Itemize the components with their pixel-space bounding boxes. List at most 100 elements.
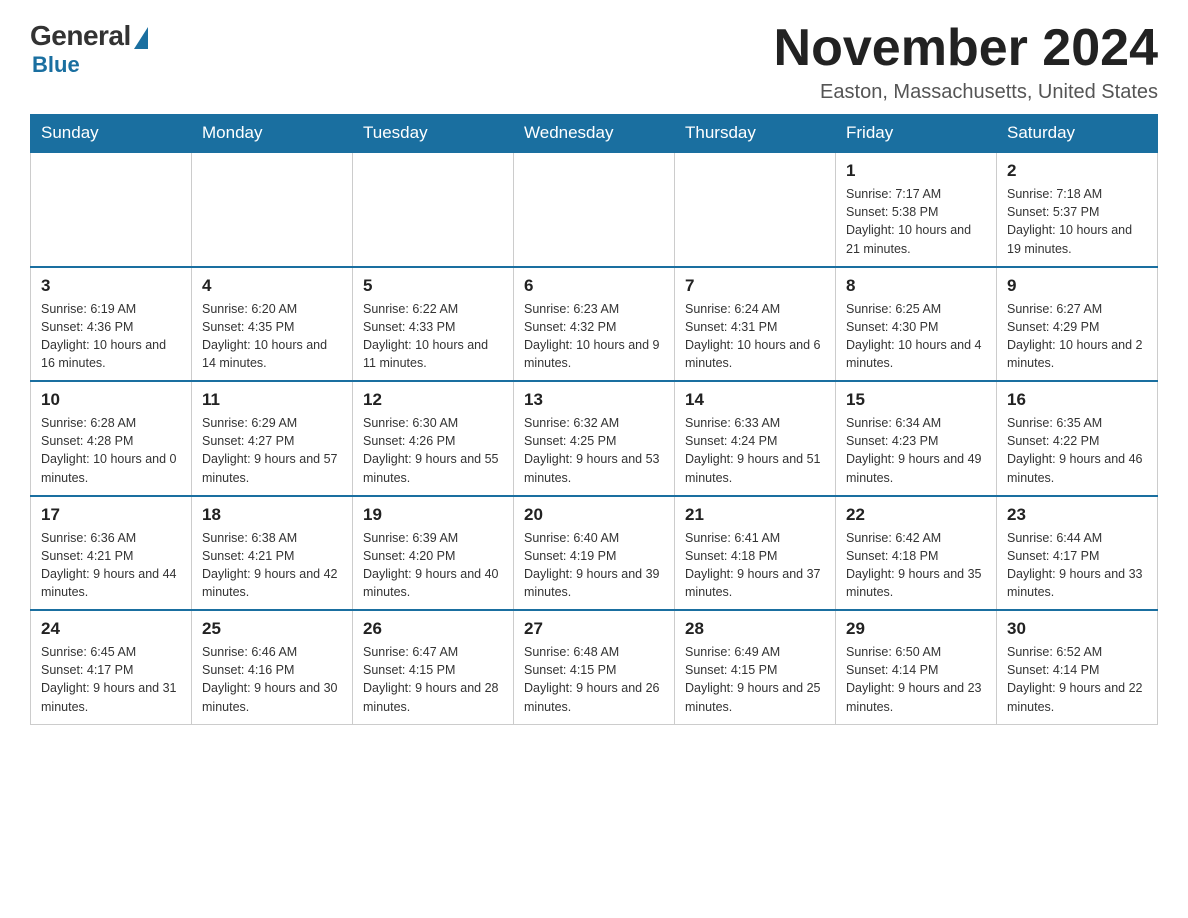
day-number: 3 [41, 276, 181, 296]
calendar-cell-w2-d6: 8 Sunrise: 6:25 AM Sunset: 4:30 PM Daylig… [836, 267, 997, 382]
month-title: November 2024 [774, 20, 1158, 77]
day-info: Sunrise: 7:17 AM Sunset: 5:38 PM Dayligh… [846, 185, 986, 258]
col-thursday: Thursday [675, 115, 836, 153]
calendar-cell-w4-d5: 21Sunrise: 6:41 AM Sunset: 4:18 PM Dayli… [675, 496, 836, 611]
day-number: 28 [685, 619, 825, 639]
logo-triangle-icon [134, 27, 148, 49]
calendar-week-5: 24 Sunrise: 6:45 AM Sunset: 4:17 PM Dayli… [31, 610, 1158, 724]
day-info: Sunrise: 6:34 AM Sunset: 4:23 PM Dayligh… [846, 414, 986, 487]
calendar-cell-w4-d4: 20 Sunrise: 6:40 AM Sunset: 4:19 PM Dayli… [514, 496, 675, 611]
day-info: Sunrise: 6:41 AM Sunset: 4:18 PM Dayligh… [685, 529, 825, 602]
calendar-cell-w5-d4: 27 Sunrise: 6:48 AM Sunset: 4:15 PM Dayli… [514, 610, 675, 724]
day-info: Sunrise: 6:35 AM Sunset: 4:22 PM Dayligh… [1007, 414, 1147, 487]
day-info: Sunrise: 6:28 AM Sunset: 4:28 PM Dayligh… [41, 414, 181, 487]
day-info: Sunrise: 6:30 AM Sunset: 4:26 PM Dayligh… [363, 414, 503, 487]
day-info: Sunrise: 6:24 AM Sunset: 4:31 PM Dayligh… [685, 300, 825, 373]
day-info: Sunrise: 6:42 AM Sunset: 4:18 PM Dayligh… [846, 529, 986, 602]
day-number: 19 [363, 505, 503, 525]
calendar-cell-w4-d1: 17 Sunrise: 6:36 AM Sunset: 4:21 PM Dayli… [31, 496, 192, 611]
calendar-cell-w3-d3: 12 Sunrise: 6:30 AM Sunset: 4:26 PM Dayli… [353, 381, 514, 496]
day-number: 17 [41, 505, 181, 525]
calendar-cell-w4-d3: 19 Sunrise: 6:39 AM Sunset: 4:20 PM Dayli… [353, 496, 514, 611]
day-info: Sunrise: 6:48 AM Sunset: 4:15 PM Dayligh… [524, 643, 664, 716]
calendar-cell-w5-d1: 24 Sunrise: 6:45 AM Sunset: 4:17 PM Dayli… [31, 610, 192, 724]
day-info: Sunrise: 6:32 AM Sunset: 4:25 PM Dayligh… [524, 414, 664, 487]
day-info: Sunrise: 6:20 AM Sunset: 4:35 PM Dayligh… [202, 300, 342, 373]
col-monday: Monday [192, 115, 353, 153]
calendar-cell-w2-d3: 5Sunrise: 6:22 AM Sunset: 4:33 PM Daylig… [353, 267, 514, 382]
col-sunday: Sunday [31, 115, 192, 153]
day-number: 8 [846, 276, 986, 296]
day-number: 14 [685, 390, 825, 410]
page-header: General Blue November 2024 Easton, Massa… [30, 20, 1158, 104]
location-text: Easton, Massachusetts, United States [774, 81, 1158, 104]
calendar-cell-w5-d2: 25 Sunrise: 6:46 AM Sunset: 4:16 PM Dayli… [192, 610, 353, 724]
day-number: 23 [1007, 505, 1147, 525]
col-saturday: Saturday [997, 115, 1158, 153]
calendar-cell-w3-d5: 14 Sunrise: 6:33 AM Sunset: 4:24 PM Dayli… [675, 381, 836, 496]
day-info: Sunrise: 6:22 AM Sunset: 4:33 PM Dayligh… [363, 300, 503, 373]
day-info: Sunrise: 6:49 AM Sunset: 4:15 PM Dayligh… [685, 643, 825, 716]
calendar-cell-w5-d7: 30Sunrise: 6:52 AM Sunset: 4:14 PM Dayli… [997, 610, 1158, 724]
day-info: Sunrise: 6:25 AM Sunset: 4:30 PM Dayligh… [846, 300, 986, 373]
day-info: Sunrise: 6:39 AM Sunset: 4:20 PM Dayligh… [363, 529, 503, 602]
day-number: 29 [846, 619, 986, 639]
day-info: Sunrise: 6:27 AM Sunset: 4:29 PM Dayligh… [1007, 300, 1147, 373]
day-number: 22 [846, 505, 986, 525]
calendar-cell-w1-d4 [514, 152, 675, 267]
day-number: 13 [524, 390, 664, 410]
col-tuesday: Tuesday [353, 115, 514, 153]
day-info: Sunrise: 6:29 AM Sunset: 4:27 PM Dayligh… [202, 414, 342, 487]
calendar-cell-w1-d1 [31, 152, 192, 267]
day-number: 4 [202, 276, 342, 296]
day-number: 20 [524, 505, 664, 525]
day-number: 18 [202, 505, 342, 525]
day-number: 15 [846, 390, 986, 410]
day-number: 1 [846, 161, 986, 181]
calendar-cell-w2-d1: 3 Sunrise: 6:19 AM Sunset: 4:36 PM Daylig… [31, 267, 192, 382]
calendar-cell-w3-d6: 15 Sunrise: 6:34 AM Sunset: 4:23 PM Dayli… [836, 381, 997, 496]
day-number: 11 [202, 390, 342, 410]
calendar-cell-w4-d7: 23 Sunrise: 6:44 AM Sunset: 4:17 PM Dayli… [997, 496, 1158, 611]
day-number: 10 [41, 390, 181, 410]
day-number: 27 [524, 619, 664, 639]
day-number: 7 [685, 276, 825, 296]
day-number: 6 [524, 276, 664, 296]
day-number: 16 [1007, 390, 1147, 410]
day-number: 26 [363, 619, 503, 639]
day-number: 12 [363, 390, 503, 410]
day-info: Sunrise: 6:44 AM Sunset: 4:17 PM Dayligh… [1007, 529, 1147, 602]
day-info: Sunrise: 6:33 AM Sunset: 4:24 PM Dayligh… [685, 414, 825, 487]
calendar-cell-w3-d1: 10 Sunrise: 6:28 AM Sunset: 4:28 PM Dayli… [31, 381, 192, 496]
calendar-header-row: Sunday Monday Tuesday Wednesday Thursday… [31, 115, 1158, 153]
calendar-table: Sunday Monday Tuesday Wednesday Thursday… [30, 114, 1158, 725]
calendar-cell-w1-d2 [192, 152, 353, 267]
calendar-cell-w1-d5 [675, 152, 836, 267]
calendar-cell-w2-d5: 7 Sunrise: 6:24 AM Sunset: 4:31 PM Daylig… [675, 267, 836, 382]
calendar-cell-w4-d6: 22 Sunrise: 6:42 AM Sunset: 4:18 PM Dayli… [836, 496, 997, 611]
day-number: 9 [1007, 276, 1147, 296]
calendar-week-4: 17 Sunrise: 6:36 AM Sunset: 4:21 PM Dayli… [31, 496, 1158, 611]
day-number: 25 [202, 619, 342, 639]
day-number: 24 [41, 619, 181, 639]
calendar-cell-w3-d7: 16 Sunrise: 6:35 AM Sunset: 4:22 PM Dayli… [997, 381, 1158, 496]
day-info: Sunrise: 6:46 AM Sunset: 4:16 PM Dayligh… [202, 643, 342, 716]
logo-blue-text: Blue [32, 52, 80, 78]
day-info: Sunrise: 6:40 AM Sunset: 4:19 PM Dayligh… [524, 529, 664, 602]
calendar-cell-w1-d3 [353, 152, 514, 267]
day-info: Sunrise: 6:19 AM Sunset: 4:36 PM Dayligh… [41, 300, 181, 373]
calendar-cell-w3-d2: 11 Sunrise: 6:29 AM Sunset: 4:27 PM Dayli… [192, 381, 353, 496]
calendar-week-3: 10 Sunrise: 6:28 AM Sunset: 4:28 PM Dayli… [31, 381, 1158, 496]
col-friday: Friday [836, 115, 997, 153]
day-info: Sunrise: 6:45 AM Sunset: 4:17 PM Dayligh… [41, 643, 181, 716]
day-number: 2 [1007, 161, 1147, 181]
col-wednesday: Wednesday [514, 115, 675, 153]
calendar-cell-w1-d6: 1 Sunrise: 7:17 AM Sunset: 5:38 PM Daylig… [836, 152, 997, 267]
day-info: Sunrise: 6:36 AM Sunset: 4:21 PM Dayligh… [41, 529, 181, 602]
title-block: November 2024 Easton, Massachusetts, Uni… [774, 20, 1158, 104]
day-number: 30 [1007, 619, 1147, 639]
day-info: Sunrise: 6:50 AM Sunset: 4:14 PM Dayligh… [846, 643, 986, 716]
logo-general-text: General [30, 20, 131, 52]
calendar-cell-w1-d7: 2Sunrise: 7:18 AM Sunset: 5:37 PM Daylig… [997, 152, 1158, 267]
day-info: Sunrise: 6:38 AM Sunset: 4:21 PM Dayligh… [202, 529, 342, 602]
